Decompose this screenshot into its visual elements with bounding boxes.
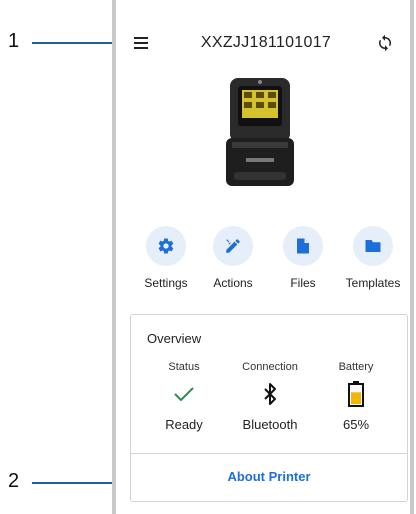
folder-icon: [365, 240, 381, 252]
app-screen: XXZJJ181101017 Settings Actions Files Te…: [112, 0, 414, 514]
overview-title: Overview: [147, 331, 202, 346]
file-icon: [297, 238, 309, 254]
connection-column: Connection Bluetooth: [227, 361, 313, 432]
connection-heading: Connection: [242, 361, 298, 373]
overview-card: Overview Status Ready Connection Bluetoo…: [130, 314, 408, 502]
top-bar: XXZJJ181101017: [116, 28, 410, 60]
battery-icon: [348, 381, 364, 407]
callout-1-number: 1: [8, 30, 20, 52]
card-divider: [131, 453, 407, 454]
callout-1-line: [32, 42, 114, 44]
sync-icon[interactable]: [376, 34, 394, 52]
bluetooth-icon: [264, 383, 276, 405]
files-action[interactable]: Files: [268, 226, 338, 290]
callout-2-number: 2: [8, 470, 20, 492]
about-printer-link[interactable]: About Printer: [131, 469, 407, 484]
status-heading: Status: [168, 361, 200, 373]
printer-serial: XXZJJ181101017: [200, 34, 332, 51]
battery-column: Battery 65%: [313, 361, 399, 432]
settings-label: Settings: [144, 276, 188, 290]
files-label: Files: [290, 276, 316, 290]
status-value: Ready: [165, 417, 203, 432]
actions-label: Actions: [213, 276, 253, 290]
settings-action[interactable]: Settings: [131, 226, 201, 290]
connection-value: Bluetooth: [242, 417, 298, 432]
battery-value: 65%: [342, 417, 370, 432]
checkmark-icon: [174, 387, 194, 402]
tools-icon: [226, 239, 240, 253]
battery-heading: Battery: [338, 361, 374, 373]
actions-action[interactable]: Actions: [198, 226, 268, 290]
templates-label: Templates: [345, 276, 401, 290]
gear-icon: [158, 238, 174, 254]
templates-action[interactable]: Templates: [338, 226, 408, 290]
hamburger-menu-icon[interactable]: [134, 37, 148, 49]
printer-image: [226, 78, 294, 186]
quick-actions: Settings Actions Files Templates: [116, 226, 410, 296]
status-column: Status Ready: [141, 361, 227, 432]
